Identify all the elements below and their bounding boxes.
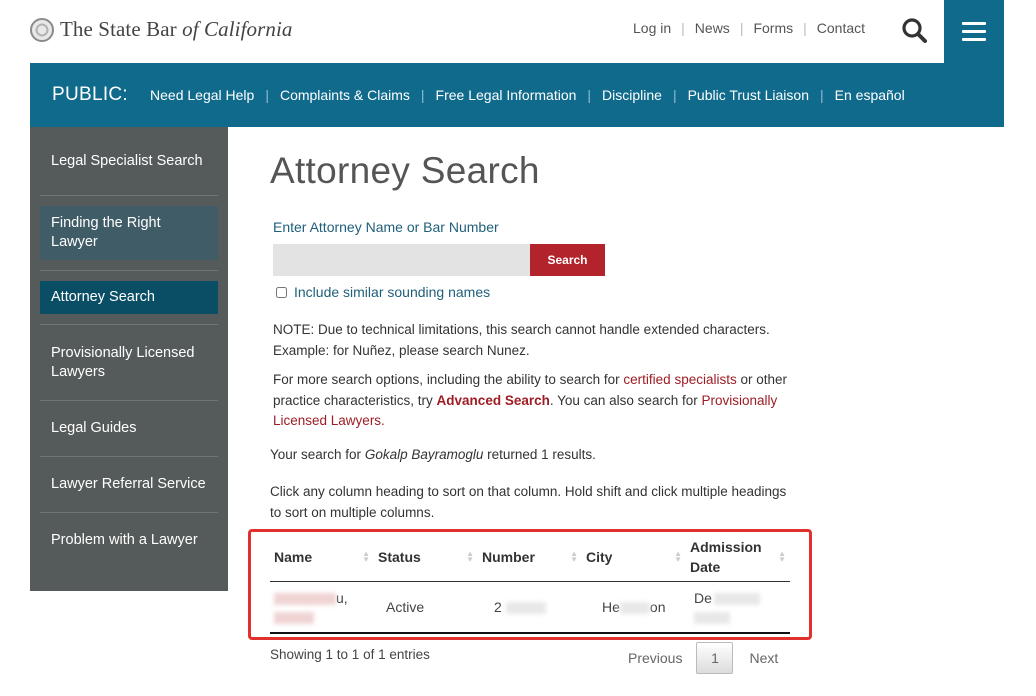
certified-specialists-link[interactable]: certified specialists xyxy=(623,372,736,387)
sidebar-group: Finding the Right Lawyer xyxy=(40,196,218,271)
search-button[interactable]: Search xyxy=(530,244,605,276)
sidebar-item-legal-specialist-search[interactable]: Legal Specialist Search xyxy=(40,127,218,196)
main-content: Attorney Search Enter Attorney Name or B… xyxy=(270,150,810,520)
header: The State Bar of California Log in | New… xyxy=(0,0,1036,63)
technical-note: NOTE: Due to technical limitations, this… xyxy=(273,320,793,361)
previous-page-button[interactable]: Previous xyxy=(616,650,696,666)
sidebar-item-finding-right-lawyer[interactable]: Finding the Right Lawyer xyxy=(40,206,218,260)
utility-nav: Log in | News | Forms | Contact xyxy=(623,20,875,36)
public-label: PUBLIC: xyxy=(52,84,129,105)
page-title: Attorney Search xyxy=(270,150,540,191)
pagination: Previous 1 Next xyxy=(616,642,778,674)
similar-names-checkbox[interactable] xyxy=(276,286,287,298)
sidebar-item-label: Lawyer Referral Service xyxy=(51,476,206,492)
attorney-search-input[interactable] xyxy=(273,244,530,276)
sidebar-item-legal-guides[interactable]: Legal Guides xyxy=(40,401,218,457)
search-label: Enter Attorney Name or Bar Number xyxy=(273,219,499,235)
state-bar-logo[interactable]: The State Bar of California xyxy=(30,17,293,42)
sidebar-item-label: Attorney Search xyxy=(51,289,155,305)
sidebar-group: Attorney Search xyxy=(40,271,218,325)
nav-en-espanol[interactable]: En español xyxy=(824,87,916,103)
sidebar-item-lawyer-referral[interactable]: Lawyer Referral Service xyxy=(40,457,218,513)
search-icon[interactable] xyxy=(900,16,930,46)
page-number-button[interactable]: 1 xyxy=(696,642,734,674)
sidebar-item-label: Finding the Right Lawyer xyxy=(51,215,161,250)
public-nav: PUBLIC: Need Legal Help | Complaints & C… xyxy=(30,63,1004,127)
news-link[interactable]: News xyxy=(685,20,740,36)
nav-free-legal-information[interactable]: Free Legal Information xyxy=(425,87,588,103)
note-line: NOTE: Due to technical limitations, this… xyxy=(273,322,770,337)
hamburger-menu-icon[interactable] xyxy=(944,0,1004,63)
sidebar-item-label: Provisionally Licensed Lawyers xyxy=(51,344,195,380)
sidebar: Legal Specialist Search Finding the Righ… xyxy=(30,127,228,591)
next-page-button[interactable]: Next xyxy=(733,650,778,666)
login-link[interactable]: Log in xyxy=(623,20,681,36)
sidebar-item-label: Legal Guides xyxy=(51,420,137,436)
result-summary: Your search for Gokalp Bayramoglu return… xyxy=(270,447,596,462)
sort-hint: Click any column heading to sort on that… xyxy=(270,484,787,520)
nav-need-legal-help[interactable]: Need Legal Help xyxy=(139,87,265,103)
similar-names-option[interactable]: Include similar sounding names xyxy=(276,284,490,300)
search-row: Search xyxy=(273,244,605,276)
logo-text: The State Bar of California xyxy=(60,17,293,41)
sidebar-item-label: Problem with a Lawyer xyxy=(51,531,198,548)
highlight-box xyxy=(248,529,812,640)
similar-names-label: Include similar sounding names xyxy=(294,284,491,300)
nav-public-trust-liaison[interactable]: Public Trust Liaison xyxy=(677,87,820,103)
nav-discipline[interactable]: Discipline xyxy=(591,87,673,103)
contact-link[interactable]: Contact xyxy=(807,20,875,36)
pagination-info: Showing 1 to 1 of 1 entries xyxy=(270,647,430,662)
sidebar-item-label: Legal Specialist Search xyxy=(51,152,203,169)
advanced-search-link[interactable]: Advanced Search xyxy=(437,393,550,408)
state-seal-icon xyxy=(30,17,54,42)
sidebar-item-provisionally-licensed[interactable]: Provisionally Licensed Lawyers xyxy=(40,325,218,401)
sidebar-item-attorney-search[interactable]: Attorney Search xyxy=(40,281,218,314)
sidebar-item-problem-with-lawyer[interactable]: Problem with a Lawyer xyxy=(40,513,218,567)
more-options-text: For more search options, including the a… xyxy=(273,372,787,428)
nav-complaints-claims[interactable]: Complaints & Claims xyxy=(269,87,421,103)
search-query: Gokalp Bayramoglu xyxy=(364,447,484,462)
note-line: Example: for Nuñez, please search Nunez. xyxy=(273,342,530,358)
forms-link[interactable]: Forms xyxy=(743,20,803,36)
